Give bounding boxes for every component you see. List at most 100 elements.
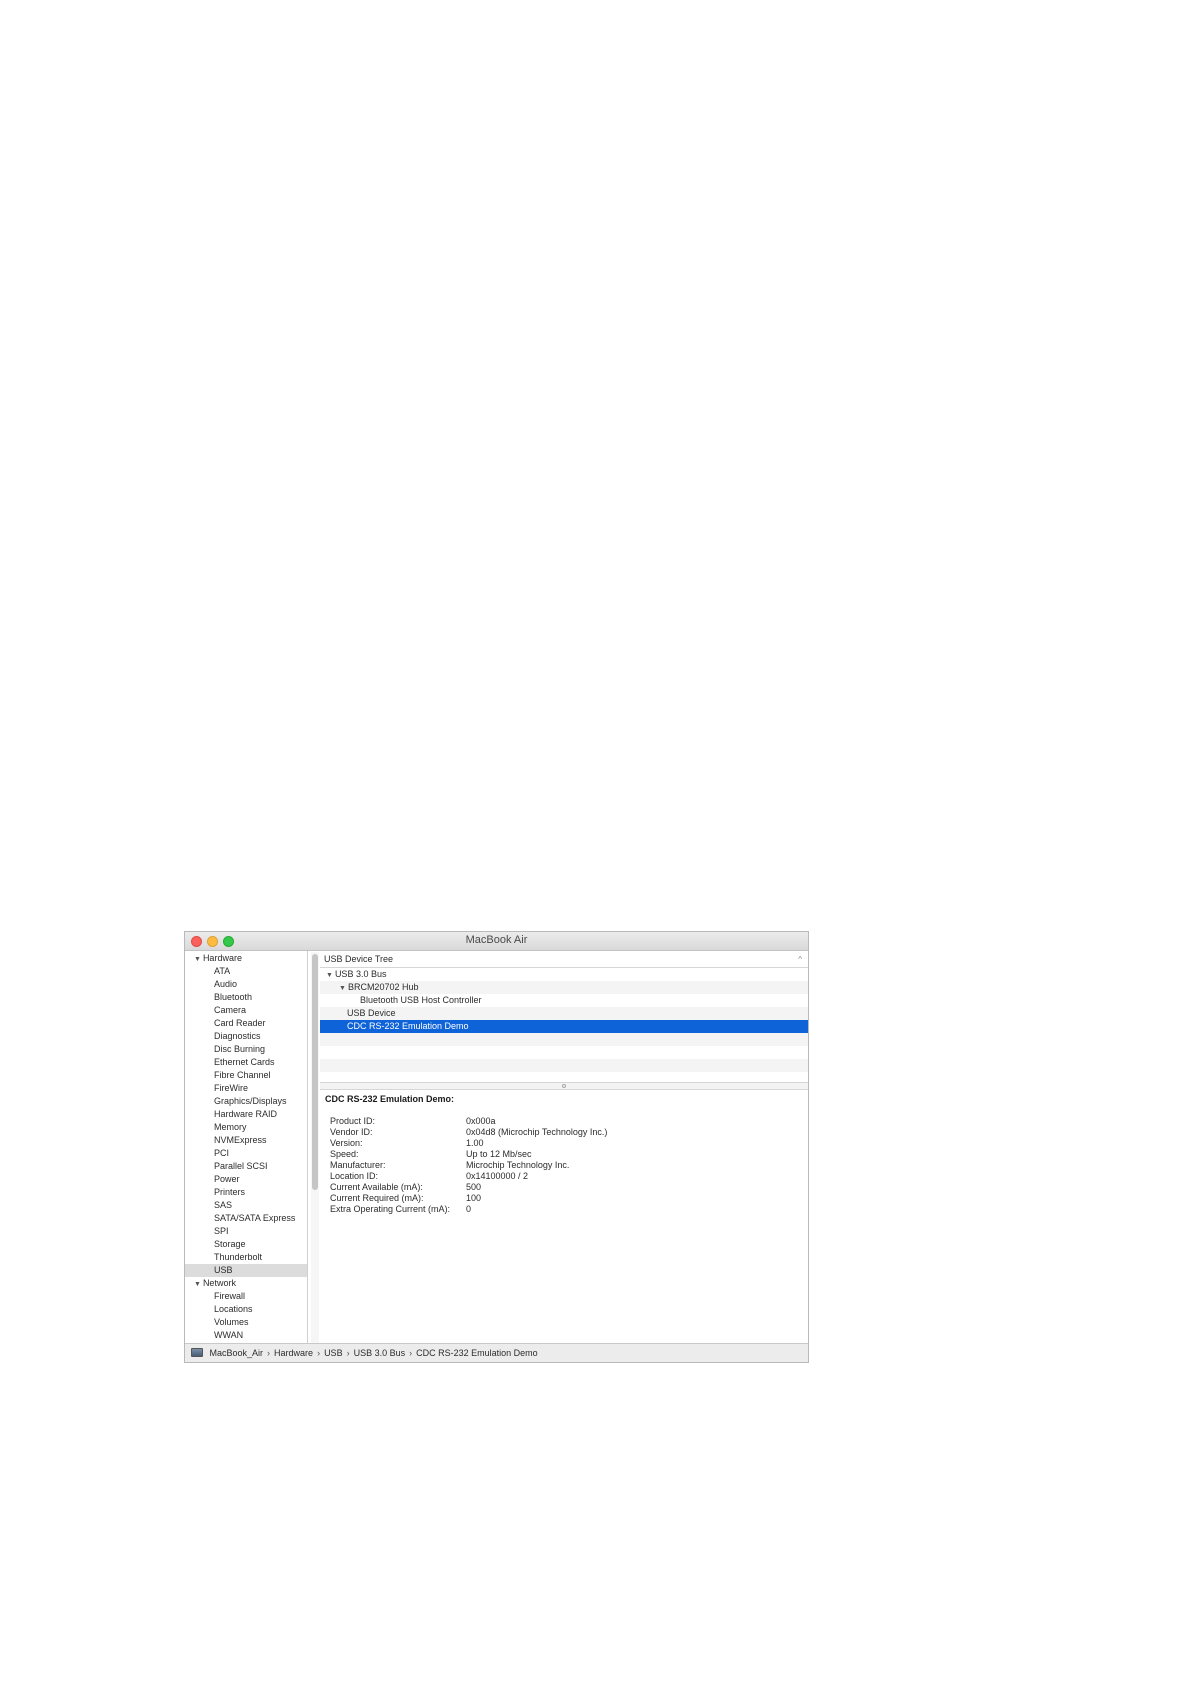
sidebar-scrollbar-thumb[interactable] [312,954,318,1190]
sidebar-item[interactable]: Diagnostics [185,1030,307,1043]
sidebar-item[interactable]: ATA [185,965,307,978]
tree-row[interactable]: CDC RS-232 Emulation Demo [320,1020,808,1033]
sidebar-item[interactable]: Firewall [185,1290,307,1303]
sidebar-item[interactable]: SAS [185,1199,307,1212]
tree-empty-row [320,1046,808,1059]
sidebar-item[interactable]: Bluetooth [185,991,307,1004]
sidebar-item[interactable]: Parallel SCSI [185,1160,307,1173]
sidebar-item-label: SPI [214,1226,229,1236]
sidebar-category[interactable]: ▼ Network [185,1277,307,1290]
computer-icon [191,1348,203,1357]
property-value: 1.00 [466,1138,484,1148]
sidebar-item[interactable]: Audio [185,978,307,991]
chevron-right-icon: › [317,1348,321,1358]
sidebar-item[interactable]: FireWire [185,1082,307,1095]
property-row: Extra Operating Current (mA): 0 [325,1204,803,1215]
sidebar-item-label: ATA [214,966,231,976]
sidebar-category[interactable]: ▼ Hardware [185,952,307,965]
disclosure-triangle-icon[interactable]: ▼ [339,985,346,992]
sidebar-item[interactable]: Fibre Channel [185,1069,307,1082]
sidebar-item[interactable]: WWAN [185,1329,307,1342]
property-value: 500 [466,1182,482,1192]
property-row: Speed: Up to 12 Mb/sec [325,1149,803,1160]
sidebar: ▼ Hardware ATA Audio Bluetooth Camera Card Rea… [185,951,308,1345]
sidebar-item[interactable]: Graphics/Displays [185,1095,307,1108]
disclosure-triangle-icon[interactable]: ▼ [326,972,333,979]
property-value: 0x14100000 / 2 [466,1171,529,1181]
sidebar-item-label: NVMExpress [214,1135,267,1145]
property-label: Version: [330,1138,363,1148]
path-crumb[interactable]: CDC RS-232 Emulation Demo [416,1348,538,1358]
sidebar-item-label: Storage [214,1239,246,1249]
sidebar-item[interactable]: Power [185,1173,307,1186]
sidebar-item-label: Card Reader [214,1018,266,1028]
sidebar-item[interactable]: Hardware RAID [185,1108,307,1121]
property-row: Current Required (mA): 100 [325,1193,803,1204]
sidebar-item[interactable]: SPI [185,1225,307,1238]
sidebar-item[interactable]: SATA/SATA Express [185,1212,307,1225]
tree-row[interactable]: USB Device [320,1007,808,1020]
sidebar-item-label: SATA/SATA Express [214,1213,296,1223]
tree-empty-row [320,1072,808,1082]
sidebar-item[interactable]: NVMExpress [185,1134,307,1147]
sidebar-item[interactable]: PCI [185,1147,307,1160]
sidebar-item-label: USB [214,1265,233,1275]
sidebar-item[interactable]: Memory [185,1121,307,1134]
sidebar-item-label: Hardware RAID [214,1109,278,1119]
sidebar-item-label: SAS [214,1200,233,1210]
sidebar-item-label: Locations [214,1304,253,1314]
disclosure-triangle-icon[interactable]: ▼ [194,1281,201,1288]
sidebar-item[interactable]: USB [185,1264,307,1277]
sidebar-item[interactable]: Thunderbolt [185,1251,307,1264]
sidebar-item-label: Thunderbolt [214,1252,263,1262]
property-row: Location ID: 0x14100000 / 2 [325,1171,803,1182]
chevron-right-icon: › [267,1348,271,1358]
sidebar-item[interactable]: Ethernet Cards [185,1056,307,1069]
sidebar-item-label: Diagnostics [214,1031,261,1041]
sidebar-item-label: Power [214,1174,240,1184]
sidebar-item-label: Bluetooth [214,992,253,1002]
tree-column-header[interactable]: USB Device Tree ^ [320,951,808,968]
split-view-divider[interactable] [320,1082,808,1090]
property-value: 0 [466,1204,472,1214]
property-value: 100 [466,1193,482,1203]
sidebar-item[interactable]: Card Reader [185,1017,307,1030]
path-crumb[interactable]: USB 3.0 Bus [354,1348,406,1358]
tree-row[interactable]: Bluetooth USB Host Controller [320,994,808,1007]
sidebar-item[interactable]: Printers [185,1186,307,1199]
path-crumb[interactable]: Hardware [274,1348,313,1358]
sidebar-scrollbar[interactable] [311,952,319,1345]
path-crumb[interactable]: USB [324,1348,343,1358]
chevron-right-icon: › [346,1348,350,1358]
property-label: Speed: [330,1149,359,1159]
property-label: Current Required (mA): [330,1193,424,1203]
tree-row[interactable]: ▼ BRCM20702 Hub [320,981,808,994]
divider-grip-icon[interactable] [562,1084,566,1088]
sort-ascending-icon[interactable]: ^ [798,951,802,968]
tree-row-label: BRCM20702 Hub [347,982,419,992]
tree-row[interactable]: ▼ USB 3.0 Bus [320,968,808,981]
sidebar-item[interactable]: Storage [185,1238,307,1251]
sidebar-item-label: Parallel SCSI [214,1161,268,1171]
sidebar-item-label: Memory [214,1122,247,1132]
sidebar-item[interactable]: Volumes [185,1316,307,1329]
tree-header-label: USB Device Tree [324,954,394,964]
property-value: 0x000a [466,1116,496,1126]
property-row: Version: 1.00 [325,1138,803,1149]
property-label: Product ID: [330,1116,376,1126]
property-value: Up to 12 Mb/sec [466,1149,532,1159]
system-information-window: MacBook Air ▼ Hardware ATA Audio Bluetooth Ca… [184,931,809,1363]
sidebar-item[interactable]: Disc Burning [185,1043,307,1056]
window-title: MacBook Air [465,934,528,946]
property-list: Product ID: 0x000a Vendor ID: 0x04d8 (Micro… [325,1116,803,1215]
tree-row-label: Bluetooth USB Host Controller [360,995,482,1005]
chevron-right-icon: › [409,1348,413,1358]
title-bar[interactable]: MacBook Air [185,932,808,951]
sidebar-item[interactable]: Locations [185,1303,307,1316]
sidebar-item-label: Printers [214,1187,246,1197]
detail-title: CDC RS-232 Emulation Demo: [325,1094,455,1104]
usb-device-tree: ▼ USB 3.0 Bus ▼ BRCM20702 Hub Bluetooth USB … [320,968,808,1082]
path-crumb[interactable]: MacBook_Air [210,1348,264,1358]
disclosure-triangle-icon[interactable]: ▼ [194,956,201,963]
sidebar-item[interactable]: Camera [185,1004,307,1017]
